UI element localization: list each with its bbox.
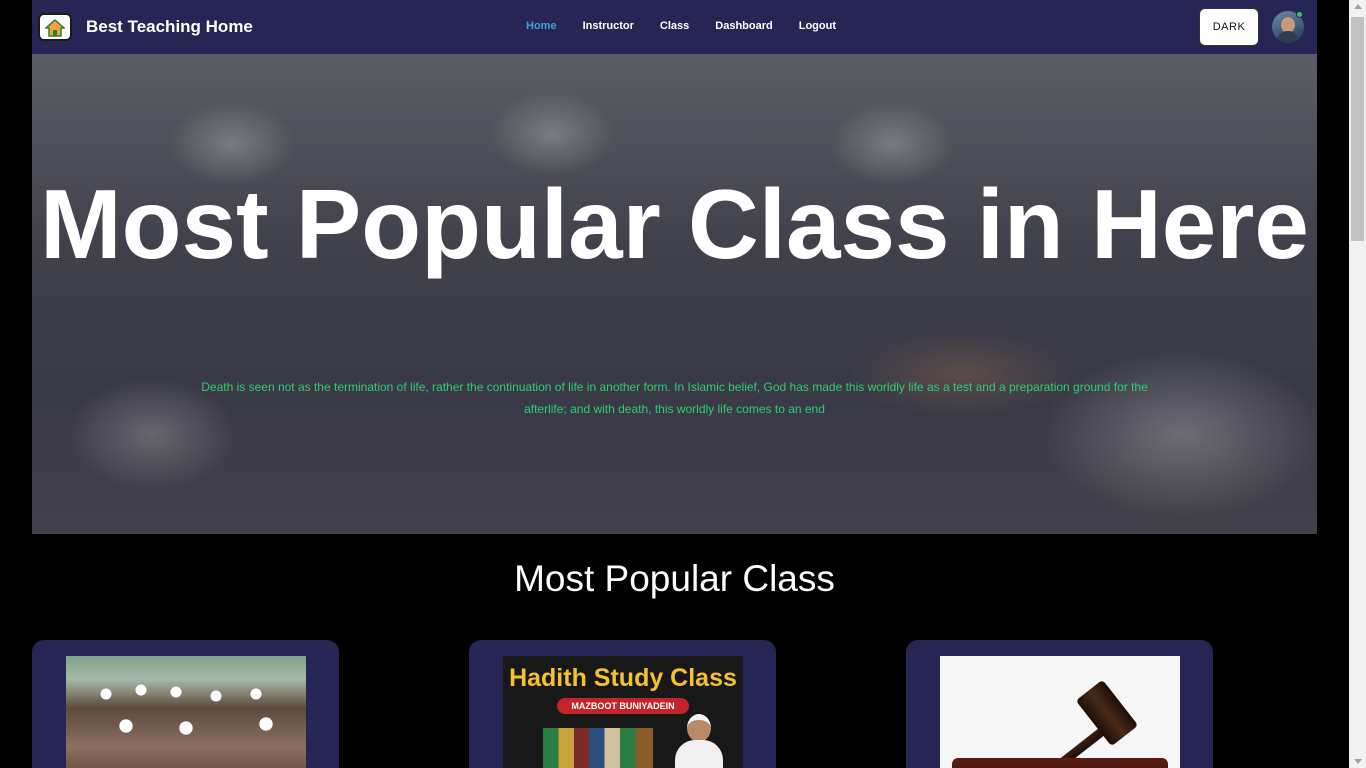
gavel-icon [1075, 679, 1139, 747]
house-logo-icon[interactable] [38, 13, 72, 41]
hero-overlay [32, 54, 1317, 534]
brand-name[interactable]: Best Teaching Home [86, 17, 253, 37]
nav-link-home[interactable]: Home [526, 20, 557, 32]
classroom-students-photo [66, 656, 306, 768]
nav-link-instructor[interactable]: Instructor [583, 20, 634, 32]
scroll-down-icon[interactable] [1354, 759, 1362, 764]
avatar-body [1276, 31, 1300, 43]
nav-link-dashboard[interactable]: Dashboard [715, 20, 772, 32]
scrollbar-thumb[interactable] [1351, 17, 1364, 241]
gavel-base [952, 758, 1168, 768]
hero-description: Death is seen not as the termination of … [201, 380, 1148, 416]
poster-subtitle: MAZBOOT BUNIYADEIN [557, 698, 689, 714]
books-icon [543, 728, 653, 768]
vertical-scrollbar[interactable] [1349, 0, 1366, 768]
page: Best Teaching Home Home Instructor Class… [0, 0, 1366, 768]
hero-banner: Most Popular Class in Here Death is seen… [32, 54, 1317, 534]
judge-gavel-photo [940, 656, 1180, 768]
speaker-body [675, 740, 723, 768]
class-card[interactable] [906, 640, 1213, 768]
speaker-figure [671, 714, 727, 768]
speaker-head [687, 714, 711, 742]
theme-toggle-button[interactable]: DARK [1199, 8, 1259, 46]
hadith-study-class-poster: Hadith Study Class MAZBOOT BUNIYADEIN [503, 656, 743, 768]
class-card[interactable]: Hadith Study Class MAZBOOT BUNIYADEIN [469, 640, 776, 768]
class-card[interactable] [32, 640, 339, 768]
hero-title: Most Popular Class in Here [40, 169, 1309, 279]
scroll-up-icon[interactable] [1354, 4, 1362, 9]
nav-links: Home Instructor Class Dashboard Logout [526, 20, 862, 32]
section-title: Most Popular Class [514, 558, 835, 599]
poster-title: Hadith Study Class [509, 664, 737, 692]
online-status-icon [1296, 11, 1303, 18]
nav-link-class[interactable]: Class [660, 20, 689, 32]
navbar: Best Teaching Home Home Instructor Class… [32, 0, 1317, 54]
nav-link-logout[interactable]: Logout [799, 20, 836, 32]
